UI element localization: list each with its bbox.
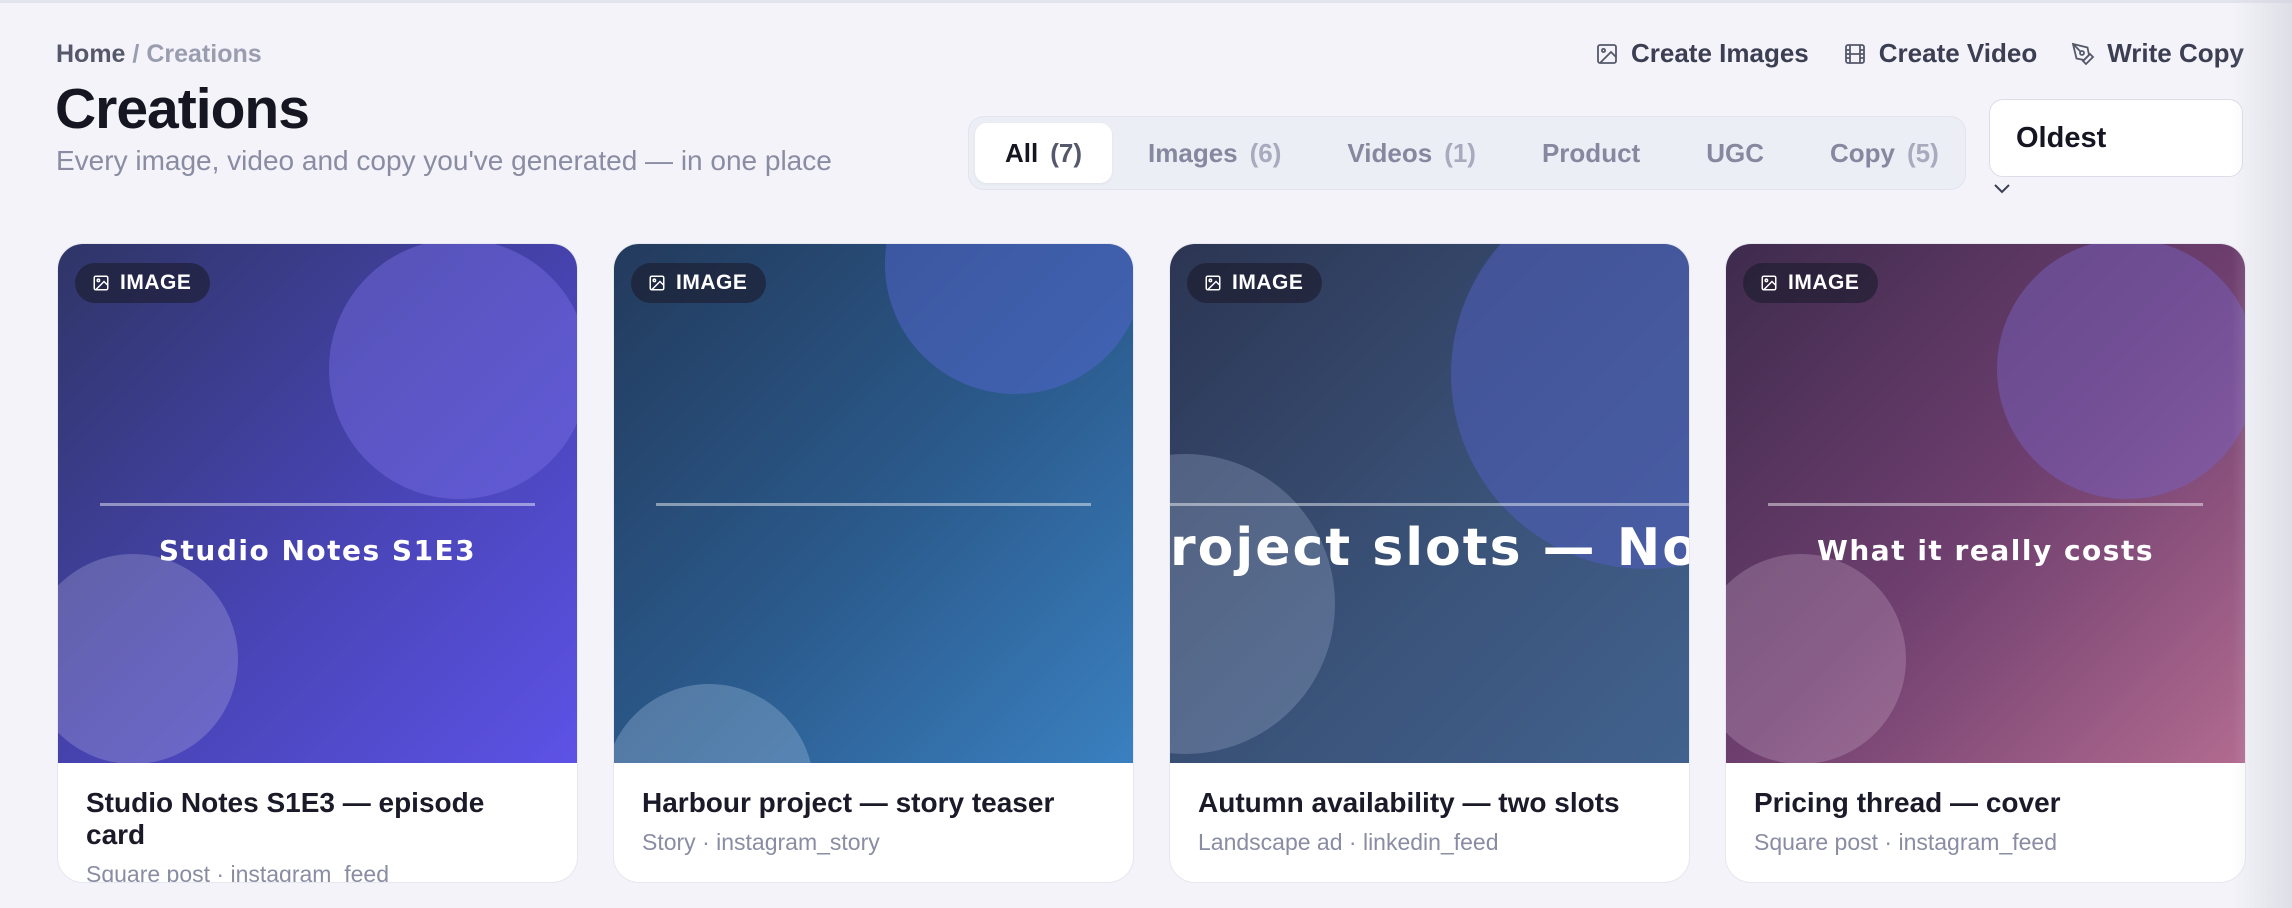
creation-thumbnail: IMAGE: [614, 244, 1133, 763]
tab-count: (5): [1906, 137, 1939, 168]
card-body: Autumn availability — two slots Landscap…: [1170, 763, 1689, 880]
card-meta: Story · instagram_story: [642, 829, 880, 855]
decorative-circle: [1997, 244, 2245, 499]
tab-label: Product: [1541, 137, 1641, 168]
image-icon: [93, 275, 109, 291]
tab-label: Videos: [1347, 137, 1433, 168]
tab-count: (6): [1249, 137, 1282, 168]
thumbnail-caption: Studio Notes S1E3: [158, 534, 477, 567]
creation-card[interactable]: IMAGE Harbour project — story teaser Sto…: [613, 243, 1134, 883]
card-title: Pricing thread — cover: [1754, 787, 2061, 818]
type-badge-label: IMAGE: [1232, 271, 1304, 294]
write-copy-label: Write Copy: [2107, 38, 2244, 68]
tab-ugc[interactable]: UGC: [1676, 123, 1794, 183]
breadcrumb-separator: /: [132, 40, 140, 68]
tab-product[interactable]: Product: [1512, 123, 1670, 183]
type-badge: IMAGE: [75, 263, 211, 303]
creation-card[interactable]: roject slots — Nove IMAGE Autumn availab…: [1169, 243, 1690, 883]
card-meta: Square post · instagram_feed: [86, 861, 390, 883]
top-divider: [0, 0, 2292, 3]
chevron-down-icon[interactable]: [1992, 181, 2012, 197]
decorative-circle: [885, 244, 1133, 394]
header-actions: Create Images Create Video Write Copy: [1595, 38, 2244, 69]
decorative-circle: [58, 554, 238, 763]
decorative-circle: [614, 684, 814, 763]
image-icon: [649, 275, 665, 291]
thumbnail-divider: [1768, 503, 2203, 506]
creations-grid: Studio Notes S1E3 IMAGE Studio Notes S1E…: [57, 243, 2246, 883]
tab-label: UGC: [1706, 137, 1764, 168]
thumbnail-caption: roject slots — Nove: [1170, 518, 1689, 578]
creation-thumbnail: Studio Notes S1E3 IMAGE: [58, 244, 577, 763]
card-body: Pricing thread — cover Square post · ins…: [1726, 763, 2245, 880]
card-body: Harbour project — story teaser Story · i…: [614, 763, 1133, 880]
tab-label: Copy: [1829, 137, 1895, 168]
creation-card[interactable]: Studio Notes S1E3 IMAGE Studio Notes S1E…: [57, 243, 578, 883]
decorative-circle: [1726, 554, 1906, 763]
card-meta: Landscape ad · linkedin_feed: [1198, 829, 1499, 855]
filter-tabs: All (7) Images (6) Videos (1) Product UG…: [968, 116, 1966, 190]
thumbnail-divider: [100, 503, 535, 506]
breadcrumb-current: Creations: [146, 40, 262, 68]
image-icon: [1597, 43, 1617, 64]
creation-thumbnail: roject slots — Nove IMAGE: [1170, 244, 1689, 763]
creation-thumbnail: What it really costs IMAGE: [1726, 244, 2245, 763]
card-body: Studio Notes S1E3 — episode card Square …: [58, 763, 577, 883]
tab-label: Images: [1148, 137, 1238, 168]
pen-icon: [2072, 42, 2095, 65]
type-badge: IMAGE: [1187, 263, 1323, 303]
tab-images[interactable]: Images (6): [1118, 123, 1311, 183]
tab-all[interactable]: All (7): [975, 123, 1113, 183]
type-badge-label: IMAGE: [676, 271, 748, 294]
thumbnail-divider: [1170, 503, 1689, 506]
create-images-button[interactable]: Create Images: [1595, 38, 1809, 69]
thumbnail-caption: What it really costs: [1816, 534, 2154, 567]
tab-count: (1): [1444, 137, 1476, 168]
page-title: Creations: [55, 77, 310, 141]
type-badge-label: IMAGE: [120, 271, 192, 294]
tab-label: All: [1005, 137, 1039, 168]
card-title: Harbour project — story teaser: [642, 787, 1055, 818]
breadcrumb-home-link[interactable]: Home: [56, 40, 125, 68]
page-subtitle: Every image, video and copy you've gener…: [56, 145, 832, 176]
breadcrumb: Home / Creations: [56, 40, 262, 69]
decorative-circle: [1170, 454, 1335, 754]
tab-videos[interactable]: Videos (1): [1317, 123, 1506, 183]
creation-card[interactable]: What it really costs IMAGE Pricing threa…: [1725, 243, 2246, 883]
sort-select[interactable]: Oldest: [1989, 99, 2243, 177]
card-meta: Square post · instagram_feed: [1754, 829, 2058, 855]
decorative-circle: [329, 244, 577, 499]
image-icon: [1761, 275, 1777, 291]
create-video-label: Create Video: [1878, 38, 2038, 68]
create-video-button[interactable]: Create Video: [1843, 38, 2037, 69]
type-badge: IMAGE: [631, 263, 767, 303]
sort-selected-value: Oldest: [2016, 121, 2107, 154]
tab-count: (7): [1050, 137, 1083, 168]
type-badge: IMAGE: [1743, 263, 1879, 303]
write-copy-button[interactable]: Write Copy: [2071, 38, 2244, 69]
type-badge-label: IMAGE: [1788, 271, 1860, 294]
tab-copy[interactable]: Copy (5): [1800, 123, 1969, 183]
card-title: Autumn availability — two slots: [1198, 787, 1620, 818]
card-title: Studio Notes S1E3 — episode card: [86, 787, 485, 850]
thumbnail-divider: [656, 503, 1091, 506]
image-icon: [1205, 275, 1221, 291]
create-images-label: Create Images: [1630, 38, 1809, 68]
film-icon: [1844, 43, 1865, 64]
